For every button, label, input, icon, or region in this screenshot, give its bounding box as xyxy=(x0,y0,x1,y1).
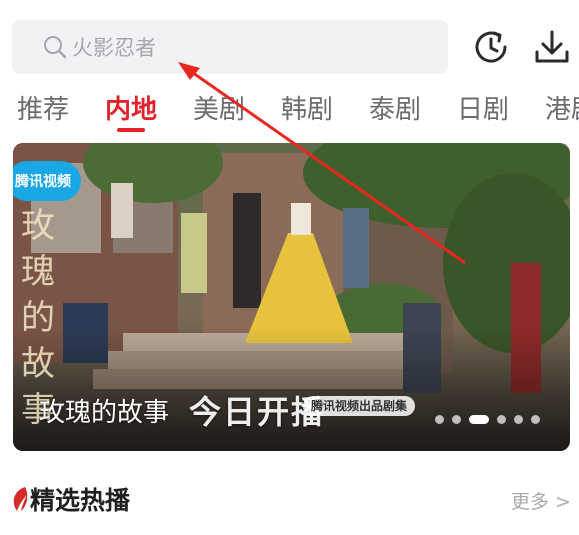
search-placeholder: 火影忍者 xyxy=(72,36,156,60)
carousel-dot[interactable] xyxy=(452,415,461,424)
carousel-dot[interactable] xyxy=(514,415,523,424)
tab-hk-drama[interactable]: 港剧 xyxy=(545,90,579,130)
carousel-dot[interactable] xyxy=(531,415,540,424)
tab-mainland[interactable]: 内地 xyxy=(105,90,157,132)
category-tabs: 推荐 内地 美剧 韩剧 泰剧 日剧 港剧 xyxy=(0,90,579,136)
tab-recommend[interactable]: 推荐 xyxy=(17,90,69,130)
featured-banner[interactable]: 腾讯视频 玫瑰的故事 今日开播 腾讯视频出品剧集 玫瑰的故事 xyxy=(13,143,570,451)
tencent-video-logo: 腾讯视频 xyxy=(13,161,81,201)
active-tab-indicator xyxy=(117,128,145,132)
carousel-dot-active[interactable] xyxy=(469,415,489,424)
banner-title: 玫瑰的故事 xyxy=(39,398,170,428)
history-icon[interactable] xyxy=(472,28,510,66)
search-icon xyxy=(44,36,67,59)
search-input[interactable]: 火影忍者 xyxy=(12,20,448,74)
section-title: 精选热播 xyxy=(30,486,131,515)
tab-us-drama[interactable]: 美剧 xyxy=(193,90,245,130)
leaf-icon xyxy=(13,487,28,511)
download-icon[interactable] xyxy=(533,28,571,66)
tab-korean-drama[interactable]: 韩剧 xyxy=(281,90,333,130)
tab-thai-drama[interactable]: 泰剧 xyxy=(369,90,421,130)
carousel-indicator xyxy=(435,415,548,424)
tab-japanese-drama[interactable]: 日剧 xyxy=(457,90,509,130)
carousel-dot[interactable] xyxy=(435,415,444,424)
carousel-dot[interactable] xyxy=(497,415,506,424)
more-link[interactable]: 更多 > xyxy=(511,487,571,514)
banner-producer-tag: 腾讯视频出品剧集 xyxy=(303,396,416,416)
